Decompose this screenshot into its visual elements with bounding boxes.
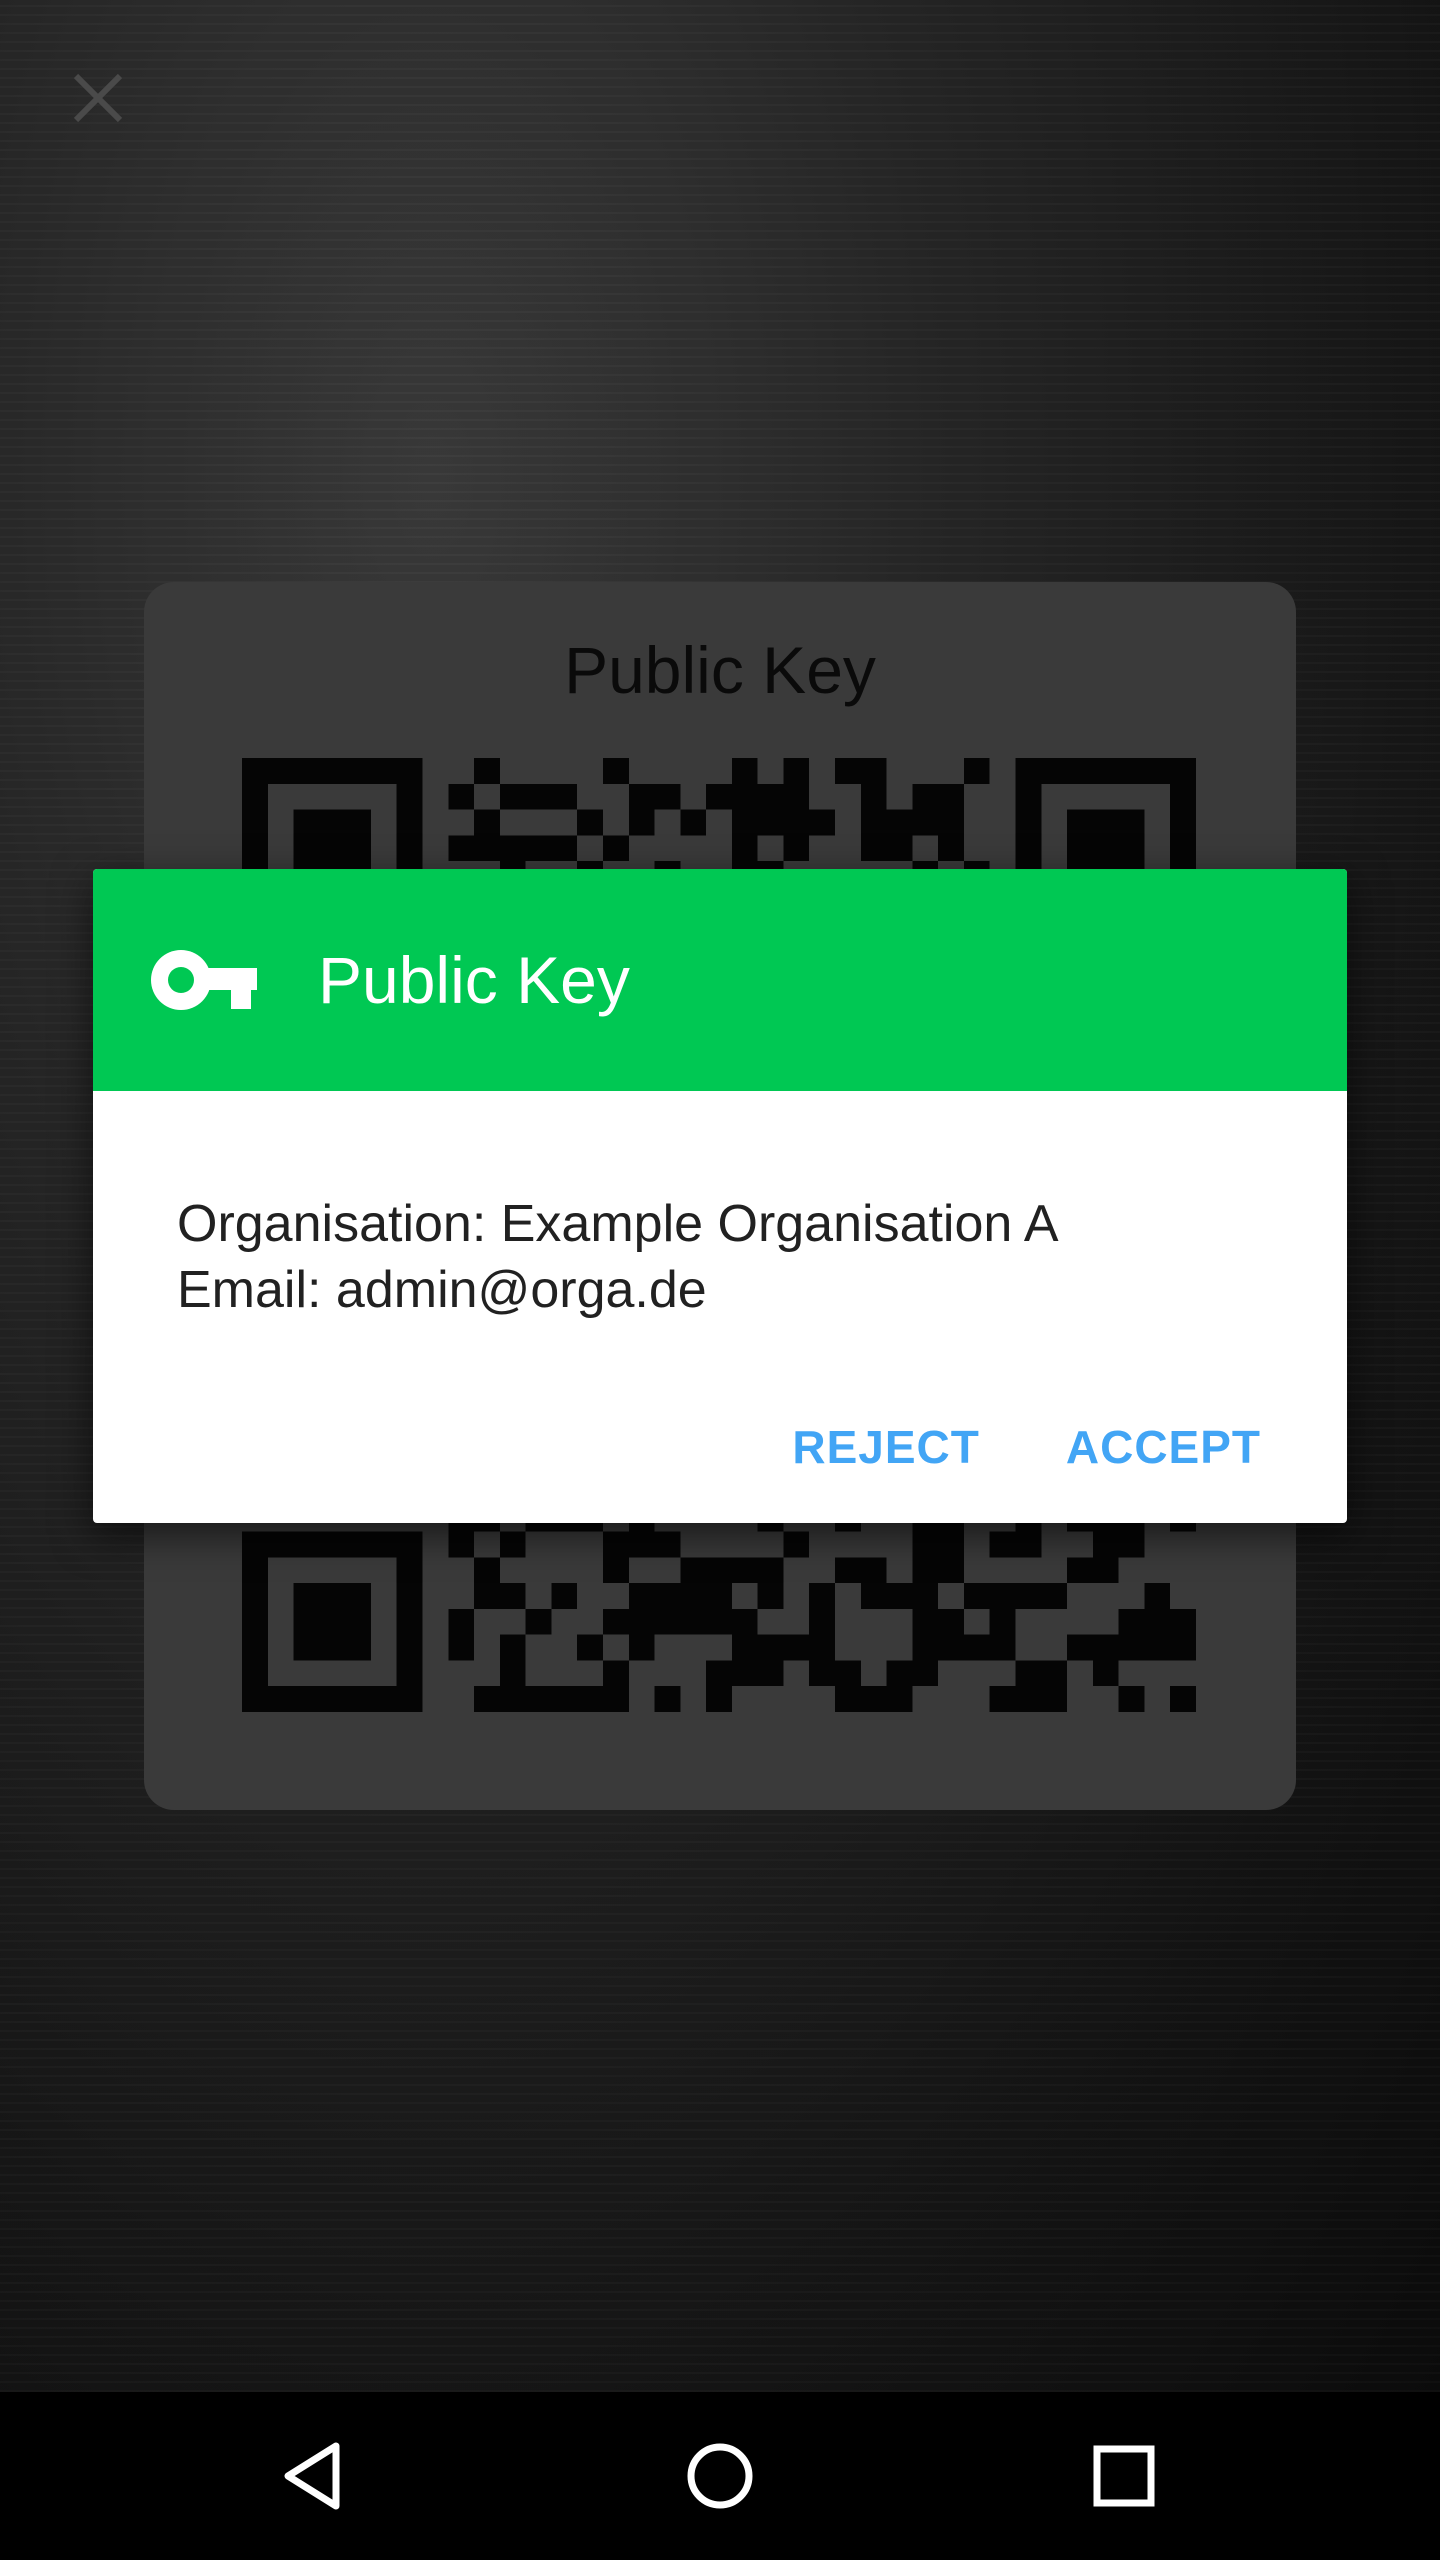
dialog-header: Public Key [93,869,1347,1091]
home-button[interactable] [636,2392,804,2560]
dialog-actions: REJECT ACCEPT [768,1383,1347,1511]
public-key-dialog: Public Key Organisation: Example Organis… [93,869,1347,1523]
navigation-bar [0,2392,1440,2560]
reject-button[interactable]: REJECT [768,1396,1003,1498]
back-triangle-icon [284,2442,340,2510]
recent-apps-square-icon [1093,2445,1155,2507]
back-button[interactable] [232,2392,400,2560]
email-text: Email: admin@orga.de [177,1261,707,1319]
accept-button[interactable]: ACCEPT [1042,1396,1285,1498]
dialog-title: Public Key [318,943,630,1017]
home-circle-icon [687,2443,753,2509]
key-icon [151,950,257,1010]
organisation-text: Organisation: Example Organisation A [177,1195,1059,1253]
recent-apps-button[interactable] [1040,2392,1208,2560]
dialog-message: Organisation: Example Organisation A Ema… [177,1191,1277,1323]
